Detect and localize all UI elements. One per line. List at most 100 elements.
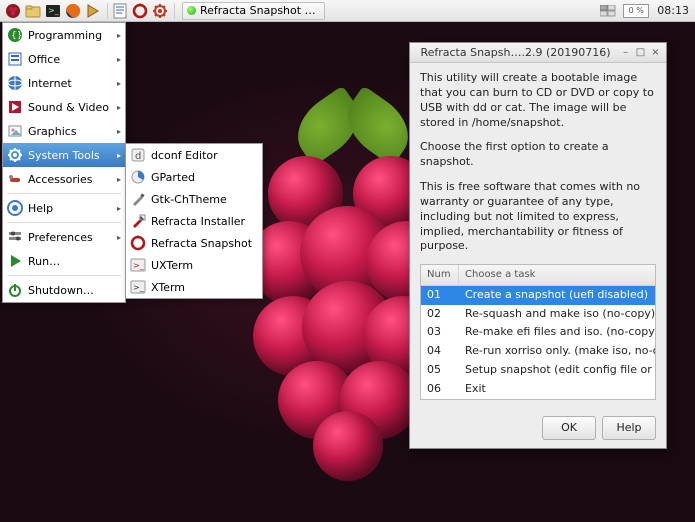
dconf-editor-icon: d	[130, 147, 146, 163]
task-num: 03	[421, 323, 459, 342]
menu-separator	[7, 193, 121, 194]
taskbar-task-refracta[interactable]: Refracta Snapshot …	[182, 2, 325, 20]
menu-item-label: Run…	[28, 255, 121, 268]
submenu-item-gparted[interactable]: GParted	[126, 166, 262, 188]
system-tools-icon	[7, 147, 23, 163]
menu-item-programming[interactable]: {} Programming ▸	[3, 23, 125, 47]
shutdown-icon	[7, 282, 23, 298]
application-menu: {}Programming▸Office▸Internet▸Sound & Vi…	[2, 22, 126, 303]
menu-item-label: Graphics	[28, 125, 112, 138]
menu-item-help[interactable]: Help▸	[3, 196, 125, 220]
task-label: Re-make efi files and iso. (no-copy) (ue…	[459, 323, 655, 342]
menu-separator	[7, 275, 121, 276]
menu-separator	[7, 222, 121, 223]
terminal-icon[interactable]: >_	[44, 2, 62, 20]
preferences-icon	[7, 229, 23, 245]
menu-item-label: Programming	[28, 29, 112, 42]
task-row[interactable]: 05Setup snapshot (edit config file or ex…	[421, 361, 655, 380]
task-num: 06	[421, 380, 459, 399]
task-label: Refracta Snapshot …	[200, 4, 316, 17]
task-label: Setup snapshot (edit config file or excl…	[459, 361, 655, 380]
menu-item-preferences[interactable]: Preferences▸	[3, 225, 125, 249]
dialog-paragraph-2: Choose the first option to create a snap…	[420, 140, 656, 170]
office-icon	[7, 51, 23, 67]
menu-item-label: Shutdown…	[28, 284, 121, 297]
menu-item-accessories[interactable]: Accessories ▸	[3, 167, 125, 191]
submenu-item-xterm[interactable]: >_ XTerm	[126, 276, 262, 298]
run-icon	[7, 253, 23, 269]
internet-icon	[7, 75, 23, 91]
close-button[interactable]: ×	[649, 46, 662, 59]
maximize-button[interactable]: □	[634, 46, 647, 59]
submenu-item-refracta-snapshot[interactable]: Refracta Snapshot	[126, 232, 262, 254]
settings-icon[interactable]	[151, 2, 169, 20]
column-task[interactable]: Choose a task	[459, 265, 655, 285]
task-status-dot	[187, 6, 196, 15]
menu-item-label: Sound & Video	[28, 101, 112, 114]
menu-item-shutdown[interactable]: Shutdown…	[3, 278, 125, 302]
submenu-arrow-icon: ▸	[117, 175, 121, 184]
submenu-item-refracta-installer[interactable]: Refracta Installer	[126, 210, 262, 232]
pager-icon[interactable]	[599, 2, 617, 20]
text-editor-icon[interactable]	[111, 2, 129, 20]
refracta-taskbar-icon[interactable]	[131, 2, 149, 20]
geany-icon[interactable]	[84, 2, 102, 20]
app-menu-icon[interactable]	[4, 2, 22, 20]
help-button[interactable]: Help	[602, 416, 656, 440]
menu-item-internet[interactable]: Internet ▸	[3, 71, 125, 95]
submenu-arrow-icon: ▸	[117, 103, 121, 112]
task-row[interactable]: 03Re-make efi files and iso. (no-copy) (…	[421, 323, 655, 342]
column-num[interactable]: Num	[421, 265, 459, 285]
firefox-icon[interactable]	[64, 2, 82, 20]
dialog-paragraph-3: This is free software that comes with no…	[420, 180, 656, 254]
menu-item-office[interactable]: Office▸	[3, 47, 125, 71]
submenu-item-label: GParted	[151, 171, 258, 184]
refracta-installer-icon	[130, 213, 146, 229]
submenu-item-label: XTerm	[151, 281, 258, 294]
minimize-button[interactable]: –	[619, 46, 632, 59]
submenu-arrow-icon: ▸	[117, 79, 121, 88]
submenu-item-gtk-chtheme[interactable]: Gtk-ChTheme	[126, 188, 262, 210]
dialog-paragraph-1: This utility will create a bootable imag…	[420, 71, 656, 130]
menu-item-label: Internet	[28, 77, 112, 90]
accessories-icon	[7, 171, 23, 187]
svg-text:>_: >_	[133, 261, 145, 270]
ok-button[interactable]: OK	[542, 416, 596, 440]
xterm-icon: >_	[130, 279, 146, 295]
menu-item-system-tools[interactable]: System Tools▸	[3, 143, 125, 167]
system-tools-submenu: ddconf EditorGPartedGtk-ChThemeRefracta …	[125, 143, 263, 299]
graphics-icon	[7, 123, 23, 139]
submenu-item-uxterm[interactable]: >_ UXTerm	[126, 254, 262, 276]
submenu-arrow-icon: ▸	[117, 204, 121, 213]
taskbar: >_ Refracta Snapshot … 0 % 08:13	[0, 0, 695, 22]
task-num: 02	[421, 305, 459, 324]
submenu-arrow-icon: ▸	[117, 233, 121, 242]
task-row[interactable]: 06Exit	[421, 380, 655, 399]
menu-item-run[interactable]: Run…	[3, 249, 125, 273]
programming-icon: {}	[7, 27, 23, 43]
task-label: Exit	[459, 380, 655, 399]
refracta-snapshot-icon	[130, 235, 146, 251]
task-row[interactable]: 02Re-squash and make iso (no-copy)	[421, 305, 655, 324]
cpu-value: 0 %	[629, 6, 644, 15]
dialog-titlebar[interactable]: Refracta Snapsh….2.9 (20190716) – □ ×	[410, 43, 666, 63]
svg-text:d: d	[135, 151, 141, 162]
refracta-snapshot-dialog: Refracta Snapsh….2.9 (20190716) – □ × Th…	[409, 42, 667, 449]
menu-item-sound-video[interactable]: Sound & Video ▸	[3, 95, 125, 119]
submenu-item-label: Refracta Snapshot	[151, 237, 258, 250]
task-row[interactable]: 01Create a snapshot (uefi disabled)	[421, 286, 655, 305]
submenu-arrow-icon: ▸	[117, 31, 121, 40]
submenu-arrow-icon: ▸	[117, 127, 121, 136]
menu-item-label: System Tools	[28, 149, 112, 162]
menu-item-graphics[interactable]: Graphics ▸	[3, 119, 125, 143]
menu-item-label: Accessories	[28, 173, 112, 186]
task-row[interactable]: 04Re-run xorriso only. (make iso, no-cop…	[421, 342, 655, 361]
cpu-monitor[interactable]: 0 %	[623, 4, 649, 18]
gparted-icon	[130, 169, 146, 185]
submenu-arrow-icon: ▸	[117, 55, 121, 64]
submenu-item-label: UXTerm	[151, 259, 258, 272]
submenu-item-dconf-editor[interactable]: ddconf Editor	[126, 144, 262, 166]
task-num: 04	[421, 342, 459, 361]
clock[interactable]: 08:13	[653, 4, 689, 17]
file-manager-icon[interactable]	[24, 2, 42, 20]
